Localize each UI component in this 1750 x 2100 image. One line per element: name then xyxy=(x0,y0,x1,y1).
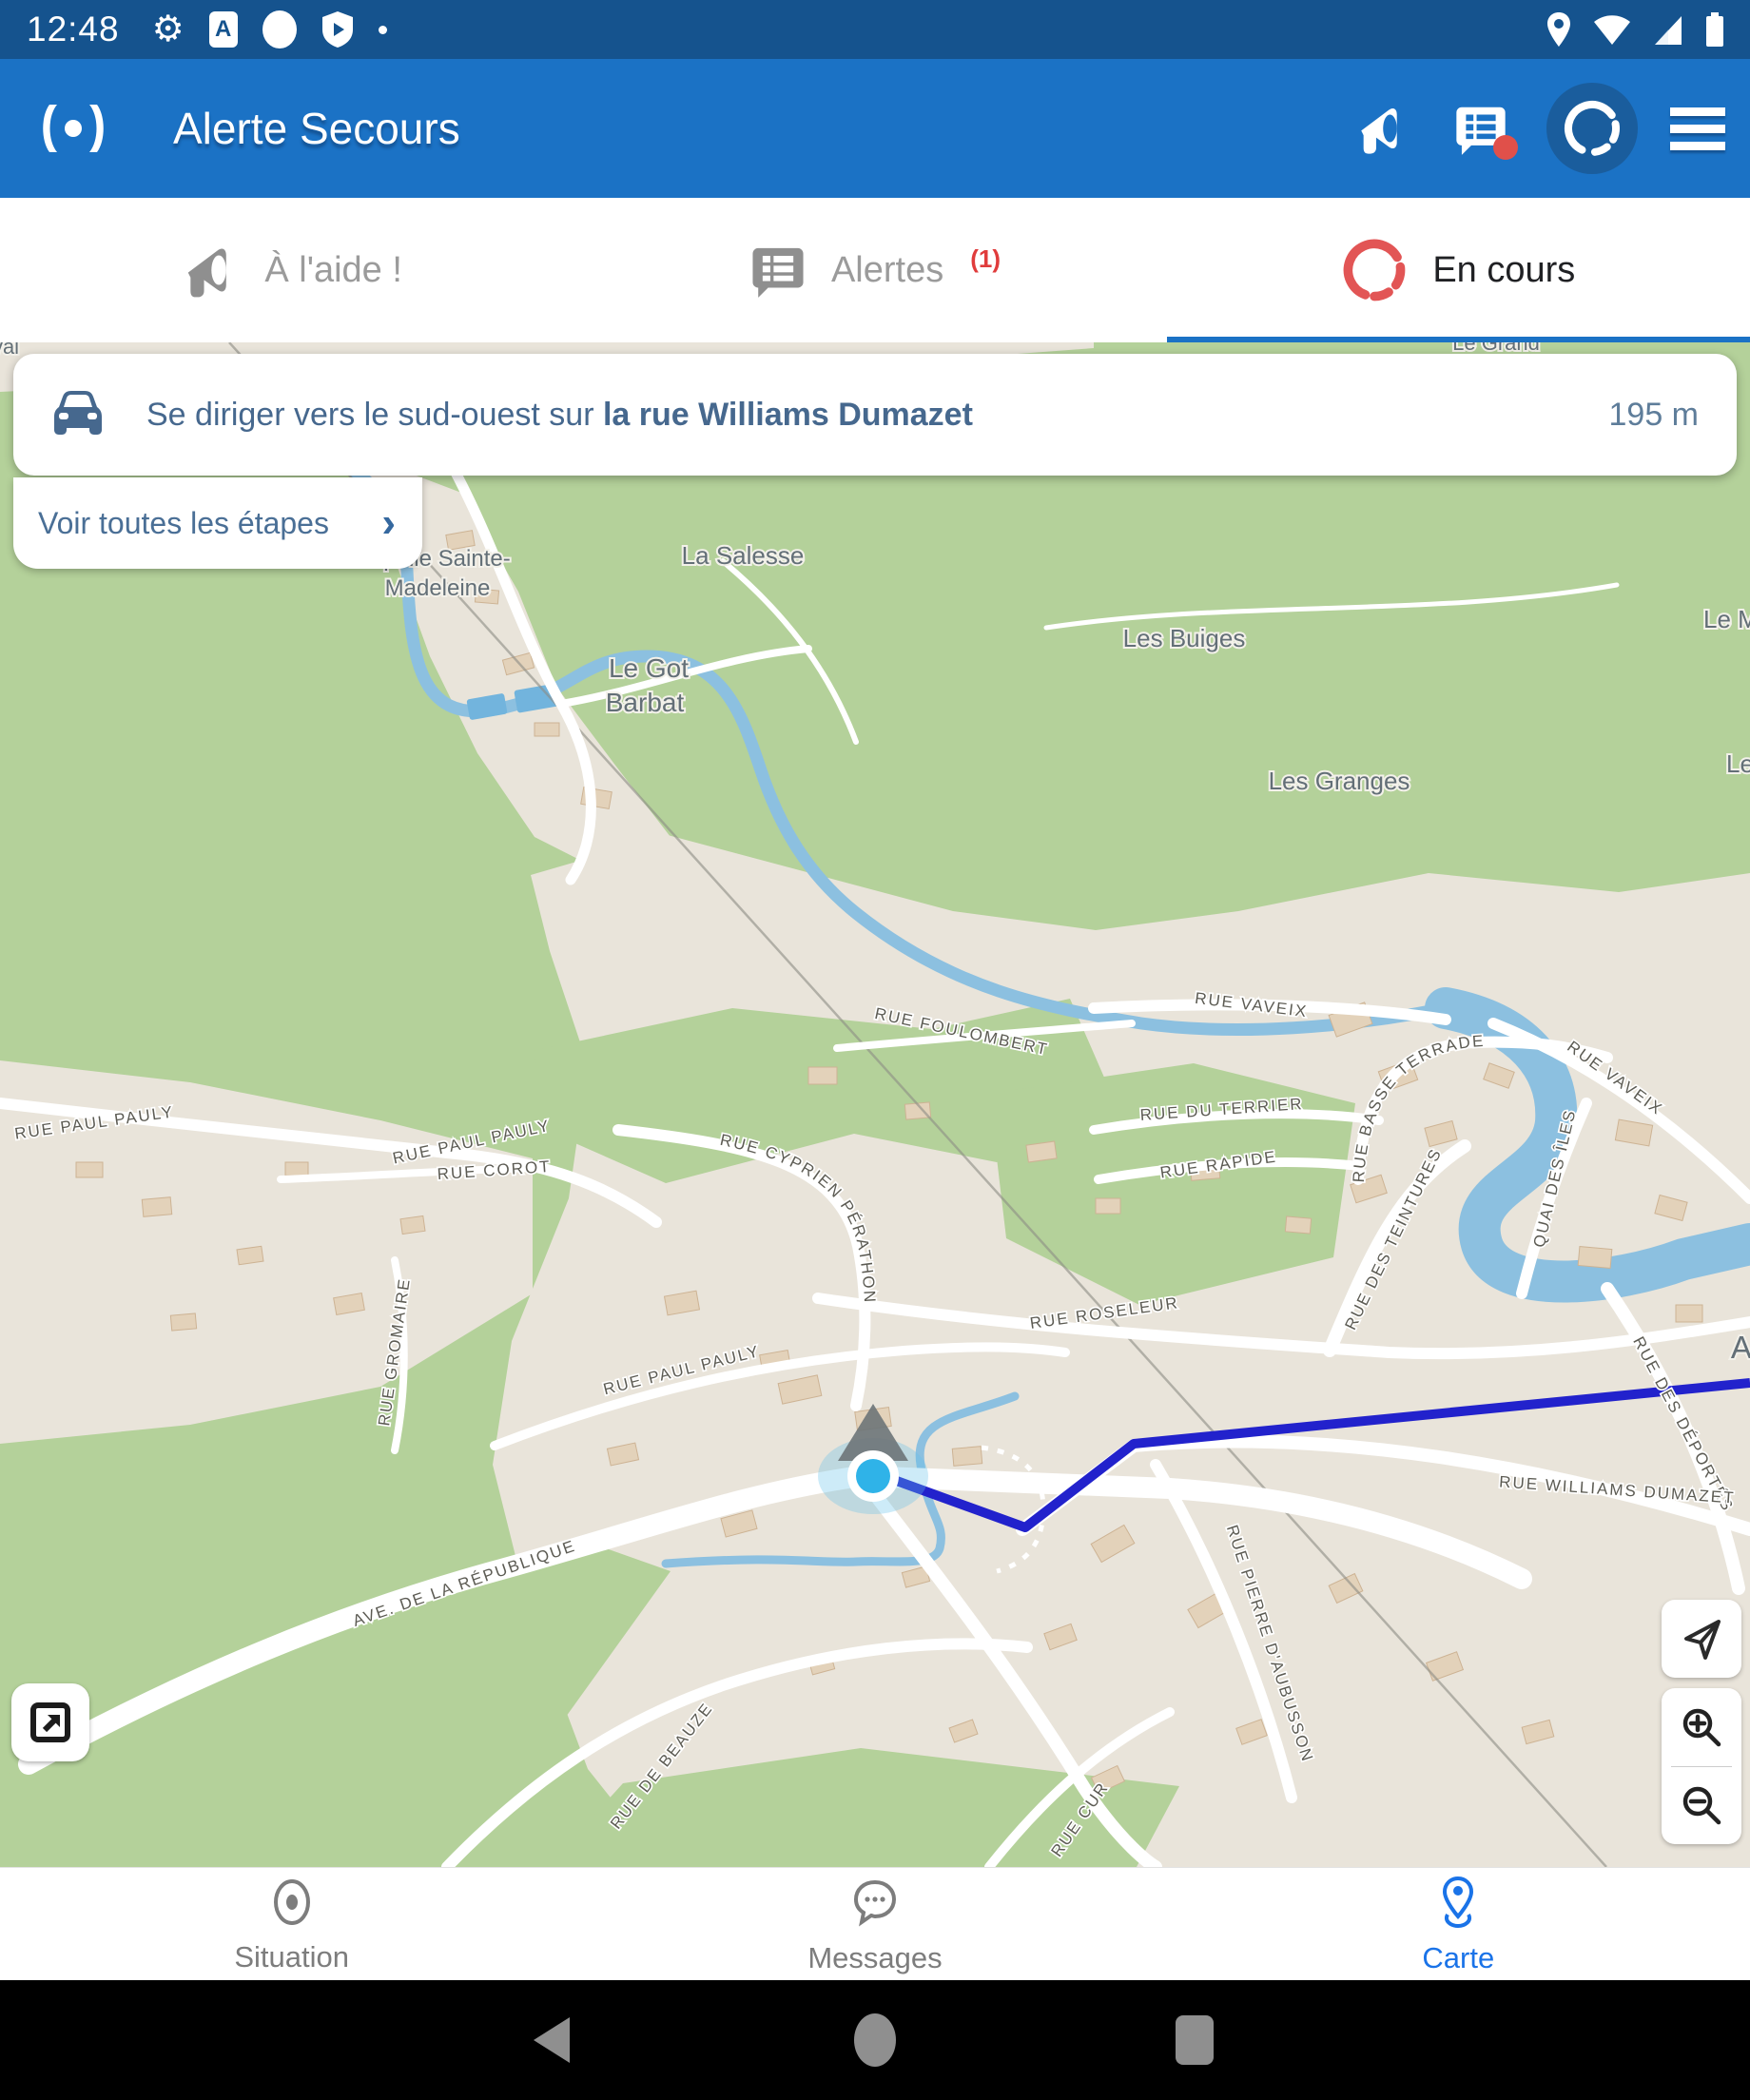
app-bar-actions xyxy=(1349,83,1725,174)
alert-count-badge: (1) xyxy=(970,244,1001,274)
external-link-icon xyxy=(26,1698,75,1747)
map-place-label: Les Granges xyxy=(1269,767,1410,795)
nav-carte[interactable]: Carte xyxy=(1167,1868,1750,1981)
chat-list-icon xyxy=(749,242,807,299)
map-pin-icon xyxy=(1430,1875,1486,1930)
signal-icon xyxy=(1651,10,1685,49)
wifi-icon xyxy=(1592,10,1632,49)
map-place-label: val xyxy=(0,342,19,359)
tab-a-laide[interactable]: À l'aide ! xyxy=(0,198,583,342)
unread-badge xyxy=(1493,135,1518,160)
tab-en-cours[interactable]: En cours xyxy=(1167,198,1750,342)
app-title: Alerte Secours xyxy=(173,103,460,154)
map-place-label: Les xyxy=(1726,749,1750,778)
fullscreen-button[interactable] xyxy=(11,1683,89,1761)
map-place-label: Le Marc xyxy=(1703,605,1750,633)
zoom-out-button[interactable] xyxy=(1662,1767,1741,1845)
map-place-label: Barbat xyxy=(606,688,685,717)
megaphone-button[interactable] xyxy=(1349,95,1415,162)
menu-icon[interactable] xyxy=(1670,107,1725,150)
zoom-out-icon xyxy=(1677,1780,1726,1830)
tab-alertes[interactable]: Alertes (1) xyxy=(583,198,1166,342)
navigation-arrow-icon xyxy=(1677,1614,1726,1663)
dot-icon xyxy=(379,26,387,34)
megaphone-icon xyxy=(181,241,240,300)
tab-bar: À l'aide ! Alertes (1) En cours xyxy=(0,198,1750,342)
map-place-label: La Salesse xyxy=(682,541,805,570)
battery-icon xyxy=(1704,10,1725,49)
nav-messages[interactable]: Messages xyxy=(583,1868,1166,1981)
clock: 12:48 xyxy=(27,10,120,49)
status-notification-icons: ⚙ A xyxy=(152,10,387,49)
app-a-icon: A xyxy=(209,11,238,48)
locate-button[interactable] xyxy=(1662,1600,1741,1678)
map-place-label: Le Got xyxy=(609,653,689,683)
map[interactable]: valLe GrandLa Salessepelle Sainte-Madele… xyxy=(0,342,1750,1867)
spinner-icon xyxy=(1561,97,1624,160)
messages-bubble-icon xyxy=(847,1875,903,1930)
gear-icon: ⚙ xyxy=(152,11,185,48)
map-place-label: Madeleine xyxy=(385,575,491,601)
zoom-in-button[interactable] xyxy=(1662,1688,1741,1766)
map-place-label: Les Buiges xyxy=(1123,624,1246,652)
android-navigation-bar xyxy=(0,1980,1750,2100)
situation-target-icon xyxy=(265,1876,319,1929)
zoom-controls xyxy=(1662,1688,1741,1844)
distance-to-step: 195 m xyxy=(1609,397,1700,434)
circle-icon xyxy=(262,10,297,49)
home-circle-icon[interactable] xyxy=(818,1980,932,2100)
nav-situation[interactable]: Situation xyxy=(0,1868,583,1981)
road-name: la rue Williams Dumazet xyxy=(603,397,973,433)
all-steps-link[interactable]: Voir toutes les étapes › xyxy=(13,477,422,569)
status-system-icons xyxy=(1545,10,1725,49)
shield-play-icon xyxy=(321,10,354,49)
zoom-in-icon xyxy=(1677,1702,1726,1752)
recents-square-icon[interactable] xyxy=(1138,1980,1252,2100)
bottom-nav: Situation Messages Carte xyxy=(0,1867,1750,1981)
back-triangle-icon[interactable] xyxy=(495,1980,609,2100)
location-icon xyxy=(1545,10,1573,49)
instruction-text: Se diriger vers le sud-ouest sur la rue … xyxy=(146,397,973,434)
spinner-red-icon xyxy=(1341,237,1408,303)
app-bar: Alerte Secours xyxy=(0,59,1750,198)
alerte-secours-app: 12:48 ⚙ A xyxy=(0,0,1750,2100)
beacon-logo-icon xyxy=(36,99,110,158)
status-bar: 12:48 ⚙ A xyxy=(0,0,1750,59)
map-area: valLe GrandLa Salessepelle Sainte-Madele… xyxy=(0,342,1750,1867)
messages-button[interactable] xyxy=(1448,95,1514,162)
car-icon xyxy=(48,384,108,445)
navigation-instruction-card[interactable]: Se diriger vers le sud-ouest sur la rue … xyxy=(13,354,1737,476)
ongoing-alert-button[interactable] xyxy=(1546,83,1638,174)
map-place-label: Au xyxy=(1731,1330,1750,1365)
